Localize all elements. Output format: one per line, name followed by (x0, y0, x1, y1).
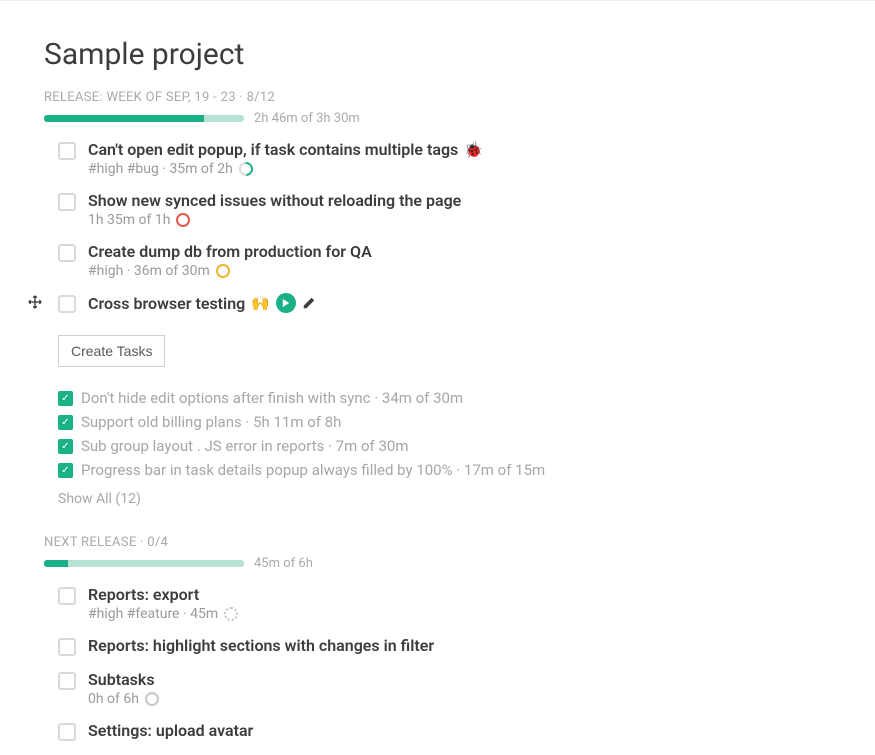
edit-icon[interactable] (302, 296, 316, 310)
done-check-icon[interactable]: ✓ (58, 391, 73, 406)
task-row[interactable]: Can't open edit popup, if task contains … (58, 140, 831, 177)
progress-row: 2h 46m of 3h 30m (44, 111, 831, 126)
task-meta: 1h 35m of 1h (88, 212, 831, 228)
task-meta: 0h of 6h (88, 691, 831, 707)
task-checkbox[interactable] (58, 587, 76, 605)
create-tasks-button[interactable]: Create Tasks (58, 335, 165, 367)
task-checkbox[interactable] (58, 295, 76, 313)
done-item[interactable]: ✓ Progress bar in task details popup alwa… (58, 461, 831, 479)
progress-row-2: 45m of 6h (44, 556, 831, 571)
task-checkbox[interactable] (58, 723, 76, 741)
emoji-icon: 🐞 (464, 141, 483, 159)
done-item-text: Don't hide edit options after finish wit… (81, 389, 463, 407)
progress-text: 2h 46m of 3h 30m (254, 111, 360, 126)
task-title: Create dump db from production for QA (88, 242, 372, 261)
section-header-release: RELEASE: WEEK OF SEP, 19 - 23 · 8/12 (44, 90, 831, 105)
status-ring-icon (216, 264, 230, 278)
task-row[interactable]: Subtasks 0h of 6h (58, 670, 831, 707)
task-title: Reports: export (88, 585, 199, 604)
task-title: Subtasks (88, 670, 155, 689)
progress-fill (44, 115, 204, 122)
progress-bar (44, 115, 244, 122)
task-title: Show new synced issues without reloading… (88, 191, 461, 210)
task-title: Settings: upload avatar (88, 721, 253, 740)
status-ring-icon (145, 692, 159, 706)
project-title: Sample project (44, 37, 831, 72)
task-row[interactable]: Show new synced issues without reloading… (58, 191, 831, 228)
task-checkbox[interactable] (58, 672, 76, 690)
task-checkbox[interactable] (58, 638, 76, 656)
task-row[interactable]: Reports: highlight sections with changes… (58, 636, 831, 656)
task-checkbox[interactable] (58, 244, 76, 262)
move-handle-icon[interactable] (28, 295, 42, 309)
done-item-text: Sub group layout . JS error in reports ·… (81, 437, 409, 455)
status-ring-icon (176, 213, 190, 227)
task-checkbox[interactable] (58, 193, 76, 211)
done-check-icon[interactable]: ✓ (58, 463, 73, 478)
done-item[interactable]: ✓ Don't hide edit options after finish wi… (58, 389, 831, 407)
task-row-active[interactable]: Cross browser testing 🙌 (58, 293, 831, 313)
task-row[interactable]: Create dump db from production for QA #hi… (58, 242, 831, 279)
status-ring-icon (236, 159, 256, 179)
task-title: Can't open edit popup, if task contains … (88, 140, 458, 159)
task-row[interactable]: Settings: upload avatar (58, 721, 831, 741)
progress-fill-2 (44, 560, 68, 567)
done-item-text: Support old billing plans · 5h 11m of 8h (81, 413, 341, 431)
task-title: Cross browser testing (88, 294, 245, 313)
task-meta: #high #bug · 35m of 2h (88, 161, 831, 177)
done-item-text: Progress bar in task details popup alway… (81, 461, 545, 479)
task-title: Reports: highlight sections with changes… (88, 636, 434, 655)
done-check-icon[interactable]: ✓ (58, 439, 73, 454)
progress-bar-2 (44, 560, 244, 567)
section-header-next: NEXT RELEASE · 0/4 (44, 535, 831, 550)
done-item[interactable]: ✓ Support old billing plans · 5h 11m of 8… (58, 413, 831, 431)
task-row[interactable]: Reports: export #high #feature · 45m (58, 585, 831, 622)
done-check-icon[interactable]: ✓ (58, 415, 73, 430)
task-meta: #high #feature · 45m (88, 606, 831, 622)
play-button[interactable] (276, 293, 296, 313)
task-checkbox[interactable] (58, 142, 76, 160)
status-ring-icon (224, 607, 238, 621)
progress-text-2: 45m of 6h (254, 556, 313, 571)
done-item[interactable]: ✓ Sub group layout . JS error in reports … (58, 437, 831, 455)
show-all-link[interactable]: Show All (12) (58, 491, 831, 507)
hands-emoji-icon: 🙌 (251, 294, 270, 312)
task-meta: #high · 36m of 30m (88, 263, 831, 279)
